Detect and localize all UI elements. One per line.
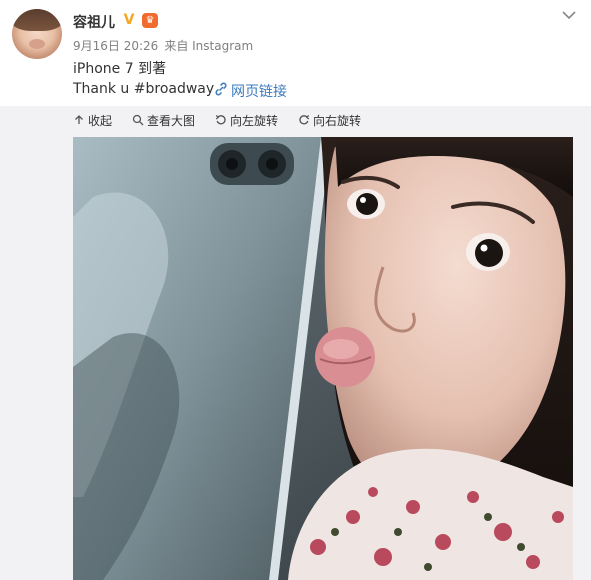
post-text-line2[interactable]: Thank u #broadway — [73, 81, 214, 97]
post-timestamp[interactable]: 9月16日 20:26 — [73, 39, 158, 53]
view-large-button[interactable]: 查看大图 — [132, 112, 195, 132]
magnifier-icon — [132, 114, 144, 126]
rotate-left-icon — [215, 115, 226, 125]
avatar[interactable] — [12, 9, 62, 59]
rotate-left-label: 向左旋转 — [230, 114, 279, 128]
web-link[interactable]: 网页链接 — [231, 81, 287, 101]
post-text-line1: iPhone 7 到著 — [73, 61, 167, 77]
collapse-label: 收起 — [88, 114, 113, 128]
username-link[interactable]: 容祖儿 — [73, 12, 115, 32]
post-source: 来自 Instagram — [164, 39, 254, 53]
rotate-left-button[interactable]: 向左旋转 — [215, 112, 278, 132]
arrow-up-icon — [75, 115, 83, 124]
collapse-button[interactable]: 收起 — [73, 112, 112, 132]
avatar-hair — [12, 9, 62, 31]
chevron-down-icon[interactable] — [559, 5, 579, 25]
rotate-right-button[interactable]: 向右旋转 — [298, 112, 361, 132]
post-meta: 9月16日 20:26 来自 Instagram — [73, 37, 253, 54]
post-header: 容祖儿 V ♛ 9月16日 20:26 来自 Instagram iPhone 7… — [0, 0, 591, 106]
expanded-media-panel: 收起 查看大图 向左旋转 向右旋转 — [0, 106, 591, 580]
rotate-right-icon — [299, 115, 310, 125]
post-photo[interactable] — [73, 137, 573, 580]
photo-illustration — [73, 137, 573, 580]
rotate-right-label: 向右旋转 — [313, 114, 362, 128]
view-large-label: 查看大图 — [147, 114, 196, 128]
member-crown-icon[interactable]: ♛ — [142, 13, 158, 28]
verified-icon[interactable]: V — [121, 12, 137, 28]
link-icon[interactable] — [214, 81, 228, 97]
avatar-face — [29, 39, 45, 49]
